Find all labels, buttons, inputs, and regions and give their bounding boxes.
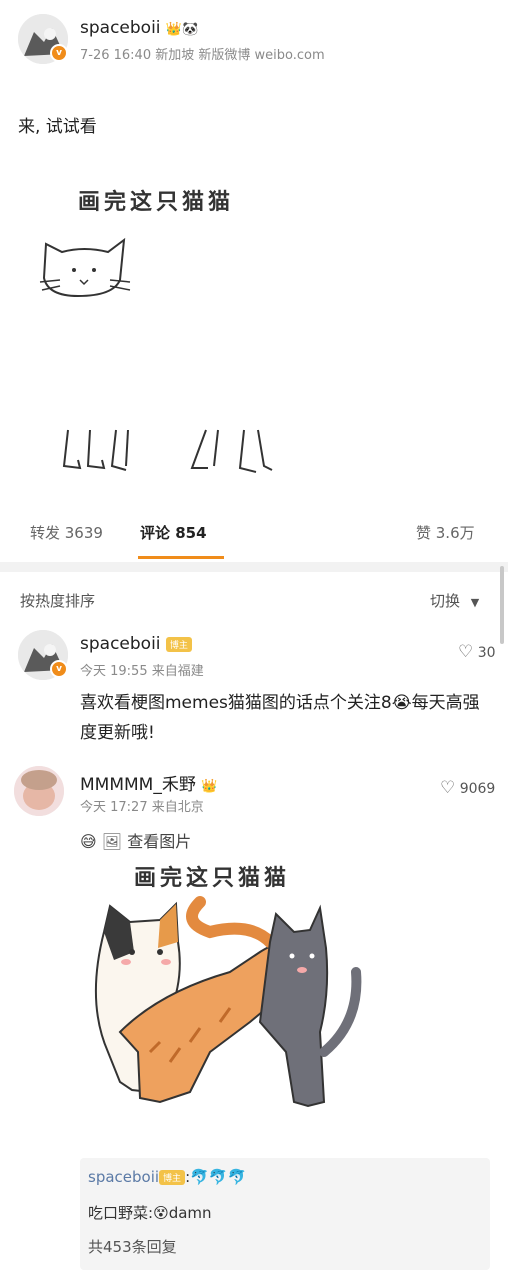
replies-box[interactable]: spaceboii 博主:🐬🐬🐬 吃口野菜:😵damn 共453条回复: [80, 1158, 490, 1270]
crown-icon: 👑: [201, 779, 218, 794]
caret-down-icon: ▼: [470, 596, 480, 609]
comment-avatar[interactable]: [14, 766, 64, 816]
comment-like-button[interactable]: ♡ 30: [458, 642, 496, 662]
emoji-icon: 😅: [80, 832, 97, 851]
heart-icon: ♡: [458, 642, 474, 662]
post-meta: 7-26 16:40 新加坡 新版微博 weibo.com: [80, 48, 325, 63]
sort-label: 按热度排序: [20, 592, 96, 610]
blogger-badge: 博主: [165, 636, 192, 652]
repost-button[interactable]: 转发 3639: [30, 522, 103, 543]
avatar-image: [14, 766, 64, 816]
comment-username[interactable]: MMMMM_禾野 👑: [80, 770, 217, 795]
post-image[interactable]: 画完这只猫猫: [18, 160, 308, 490]
verified-badge-icon: v: [50, 660, 68, 678]
reply-item: 吃口野菜:😵damn: [88, 1202, 212, 1223]
sort-switch-button[interactable]: 切换 ▼: [430, 590, 479, 611]
like-button[interactable]: 赞 3.6万: [416, 522, 475, 543]
view-image-link[interactable]: 😅 🖼 查看图片: [80, 828, 191, 852]
comments-tab[interactable]: 评论 854: [140, 522, 207, 543]
comment-meta: 今天 17:27 来自北京: [80, 800, 204, 815]
reply-item: spaceboii 博主:🐬🐬🐬: [88, 1168, 246, 1186]
cat-doodle-icon: [39, 237, 273, 473]
blogger-badge: 博主: [159, 1170, 186, 1185]
comment-username[interactable]: spaceboii 博主: [80, 634, 192, 654]
section-divider: [0, 562, 508, 572]
comment-meta: 今天 19:55 来自福建: [80, 664, 204, 679]
verified-badge-icon: v: [50, 44, 68, 62]
comment-like-button[interactable]: ♡ 9069: [440, 778, 495, 798]
comments-tab-indicator: [138, 556, 224, 559]
reply-text: :🐬🐬🐬: [185, 1168, 247, 1186]
scrollbar[interactable]: [500, 566, 504, 644]
image-icon: 🖼: [101, 832, 123, 851]
reply-text: :😵damn: [148, 1204, 212, 1222]
reply-count-link[interactable]: 共453条回复: [88, 1236, 177, 1257]
heart-icon: ♡: [440, 778, 456, 798]
reply-username[interactable]: 吃口野菜: [88, 1204, 148, 1222]
crown-icon: 👑🐼: [165, 22, 199, 37]
comment-image[interactable]: 画完这只猫猫: [80, 852, 370, 1142]
reply-username[interactable]: spaceboii: [88, 1168, 159, 1186]
comment-text: 喜欢看梗图memes猫猫图的话点个关注8😭每天高强度更新哦!: [80, 693, 480, 743]
post-username[interactable]: spaceboii 👑🐼: [80, 18, 198, 38]
cats-hugging-illustration: [94, 896, 362, 1108]
post-text: 来, 试试看: [18, 117, 97, 137]
